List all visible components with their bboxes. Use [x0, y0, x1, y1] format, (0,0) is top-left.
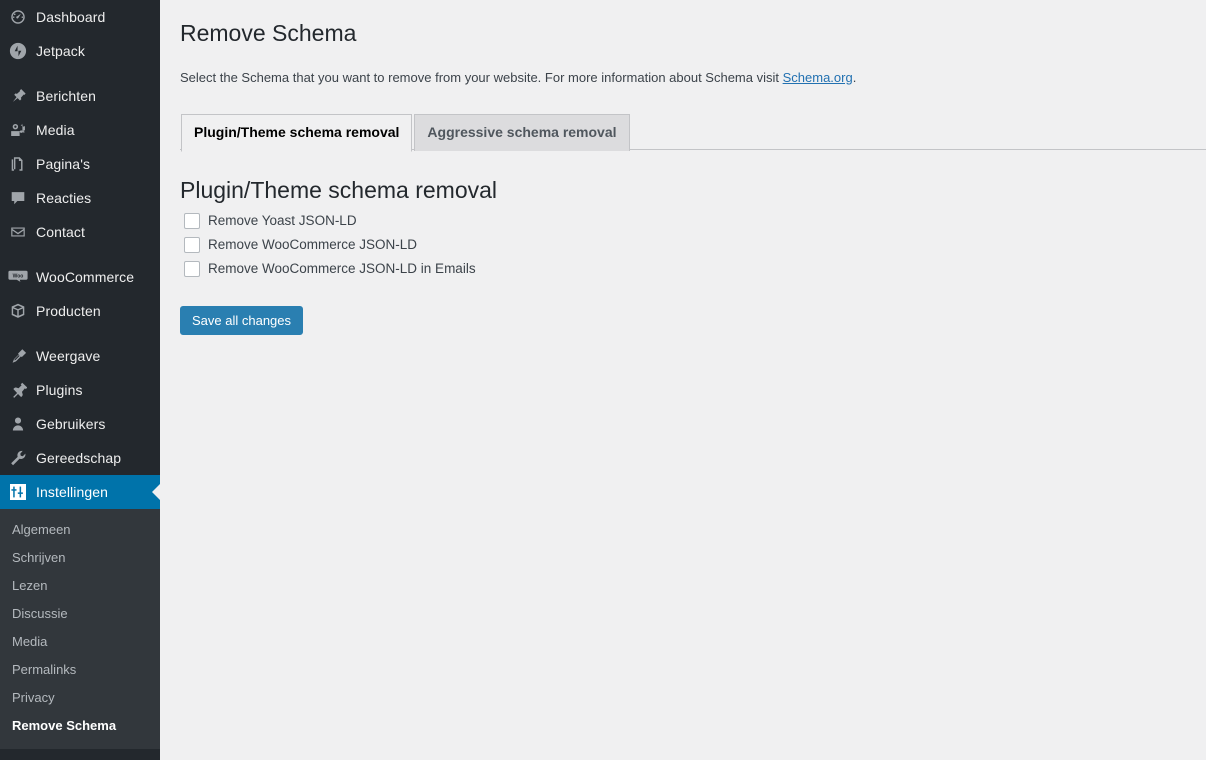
checkbox-remove-woocommerce-jsonld[interactable]: [184, 237, 200, 253]
content-wrap: Remove Schema Select the Schema that you…: [160, 0, 1206, 335]
tab-aggressive[interactable]: Aggressive schema removal: [414, 114, 629, 151]
submenu-item-privacy[interactable]: Privacy: [0, 684, 160, 712]
sidebar-item-label: Dashboard: [36, 0, 105, 34]
svg-text:Woo: Woo: [13, 273, 24, 279]
sidebar-item-jetpack[interactable]: Jetpack: [0, 34, 160, 68]
sidebar-item-media[interactable]: Media: [0, 113, 160, 147]
sidebar-item-gebruikers[interactable]: Gebruikers: [0, 407, 160, 441]
menu-group-separator: [0, 68, 160, 79]
sidebar-item-producten[interactable]: Producten: [0, 294, 160, 328]
woocommerce-icon: Woo: [0, 268, 36, 286]
sidebar-item-paginas[interactable]: Pagina's: [0, 147, 160, 181]
checkbox-remove-yoast-jsonld[interactable]: [184, 213, 200, 229]
sidebar-item-woocommerce[interactable]: Woo WooCommerce: [0, 260, 160, 294]
plug-icon: [0, 381, 36, 399]
envelope-icon: [0, 223, 36, 241]
page-title: Remove Schema: [180, 10, 1186, 52]
submenu-item-remove-schema[interactable]: Remove Schema: [0, 712, 160, 740]
menu-group-separator: [0, 249, 160, 260]
comment-bubble-icon: [0, 189, 36, 207]
sidebar-item-instellingen[interactable]: Instellingen: [0, 475, 160, 509]
submenu-item-lezen[interactable]: Lezen: [0, 572, 160, 600]
sidebar-item-reacties[interactable]: Reacties: [0, 181, 160, 215]
sidebar-item-label: Producten: [36, 294, 101, 328]
sidebar-item-label: Berichten: [36, 79, 96, 113]
sidebar-item-label: Instellingen: [36, 475, 108, 509]
media-icon: [0, 121, 36, 139]
settings-submenu: AlgemeenSchrijvenLezenDiscussieMediaPerm…: [0, 509, 160, 749]
menu-group: Woo WooCommerceProducten: [0, 260, 160, 328]
sidebar-item-label: Gebruikers: [36, 407, 105, 441]
menu-group-separator: [0, 328, 160, 339]
menu-group: DashboardJetpack: [0, 0, 160, 68]
checkbox-row: Remove WooCommerce JSON-LD: [180, 236, 1186, 254]
intro-paragraph: Select the Schema that you want to remov…: [180, 68, 1186, 88]
main-content-area: Remove Schema Select the Schema that you…: [160, 0, 1206, 760]
box-icon: [0, 302, 36, 320]
sidebar-item-berichten[interactable]: Berichten: [0, 79, 160, 113]
sidebar-item-label: Jetpack: [36, 34, 85, 68]
submenu-item-media[interactable]: Media: [0, 628, 160, 656]
schema-org-link[interactable]: Schema.org: [783, 70, 853, 85]
checkbox-row: Remove Yoast JSON-LD: [180, 212, 1186, 230]
sidebar-item-label: Reacties: [36, 181, 91, 215]
save-all-changes-button[interactable]: Save all changes: [180, 306, 303, 335]
section-title: Plugin/Theme schema removal: [180, 176, 1186, 206]
submenu-item-discussie[interactable]: Discussie: [0, 600, 160, 628]
sidebar-item-contact[interactable]: Contact: [0, 215, 160, 249]
dashboard-gauge-icon: [0, 8, 36, 26]
submenu-item-algemeen[interactable]: Algemeen: [0, 516, 160, 544]
submenu-item-schrijven[interactable]: Schrijven: [0, 544, 160, 572]
checkbox-remove-woocommerce-jsonld-emails[interactable]: [184, 261, 200, 277]
pin-icon: [0, 87, 36, 105]
settings-sliders-icon: [0, 482, 36, 502]
checkbox-list: Remove Yoast JSON-LD Remove WooCommerce J…: [180, 212, 1186, 278]
admin-sidebar-menu: DashboardJetpackBerichtenMediaPagina'sRe…: [0, 0, 160, 760]
sidebar-item-weergave[interactable]: Weergave: [0, 339, 160, 373]
submenu-item-permalinks[interactable]: Permalinks: [0, 656, 160, 684]
wrench-icon: [0, 449, 36, 467]
paintbrush-icon: [0, 347, 36, 365]
checkbox-label-remove-yoast-jsonld[interactable]: Remove Yoast JSON-LD: [208, 212, 357, 230]
intro-text-after: .: [853, 70, 857, 85]
sidebar-item-label: Gereedschap: [36, 441, 121, 475]
wordpress-admin-screen: DashboardJetpackBerichtenMediaPagina'sRe…: [0, 0, 1206, 760]
tab-bar: Plugin/Theme schema removalAggressive sc…: [180, 114, 1186, 150]
sidebar-item-label: WooCommerce: [36, 260, 134, 294]
sidebar-item-gereedschap[interactable]: Gereedschap: [0, 441, 160, 475]
sidebar-item-label: Media: [36, 113, 75, 147]
sidebar-item-dashboard[interactable]: Dashboard: [0, 0, 160, 34]
sidebar-item-label: Contact: [36, 215, 85, 249]
checkbox-row: Remove WooCommerce JSON-LD in Emails: [180, 260, 1186, 278]
pages-icon: [0, 155, 36, 173]
checkbox-label-remove-woocommerce-jsonld-emails[interactable]: Remove WooCommerce JSON-LD in Emails: [208, 260, 476, 278]
sidebar-item-label: Weergave: [36, 339, 100, 373]
sidebar-item-plugins[interactable]: Plugins: [0, 373, 160, 407]
tab-plugin-theme[interactable]: Plugin/Theme schema removal: [181, 114, 412, 152]
sidebar-item-label: Pagina's: [36, 147, 90, 181]
menu-group: WeergavePluginsGebruikersGereedschapInst…: [0, 339, 160, 509]
sidebar-item-label: Plugins: [36, 373, 83, 407]
intro-text-before: Select the Schema that you want to remov…: [180, 70, 783, 85]
jetpack-bolt-icon: [0, 42, 36, 60]
checkbox-label-remove-woocommerce-jsonld[interactable]: Remove WooCommerce JSON-LD: [208, 236, 417, 254]
menu-group: BerichtenMediaPagina'sReactiesContact: [0, 79, 160, 249]
user-icon: [0, 415, 36, 433]
